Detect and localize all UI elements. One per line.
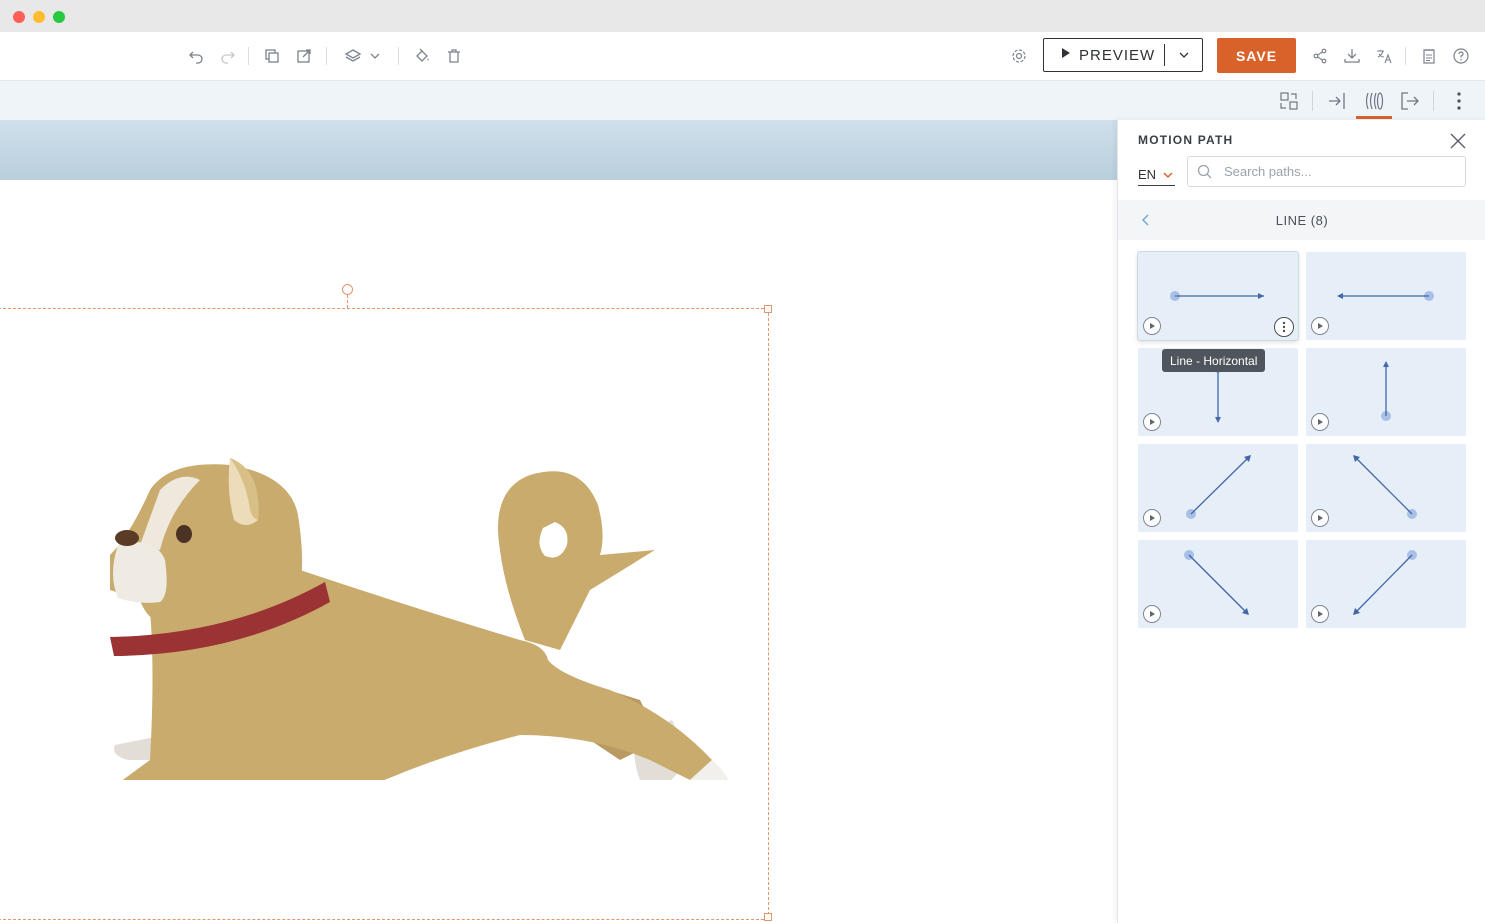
translate-icon[interactable] <box>1372 44 1396 68</box>
chevron-down-icon <box>1163 171 1173 178</box>
exit-icon[interactable] <box>1398 89 1422 113</box>
preview-label: PREVIEW <box>1079 46 1156 64</box>
resize-handle-bottom-right[interactable] <box>764 913 772 921</box>
path-tile-line-diagonal-up-right[interactable] <box>1138 444 1298 532</box>
play-preview-icon[interactable] <box>1311 413 1329 431</box>
path-tile-line-vertical-up[interactable] <box>1306 348 1466 436</box>
duplicate-icon[interactable] <box>292 44 316 68</box>
play-preview-icon[interactable] <box>1311 605 1329 623</box>
motion-path-icon[interactable] <box>1362 89 1386 113</box>
path-tile-line-diagonal-down-right[interactable] <box>1138 540 1298 628</box>
minimize-window-button[interactable] <box>33 11 45 23</box>
notes-icon[interactable] <box>1417 44 1441 68</box>
search-input[interactable] <box>1222 163 1456 180</box>
category-title: LINE (8) <box>1275 213 1329 228</box>
rotate-connector <box>347 295 348 308</box>
slide-canvas[interactable] <box>0 120 1117 923</box>
category-header: LINE (8) <box>1118 200 1485 240</box>
gear-icon[interactable] <box>1007 44 1031 68</box>
selection-box <box>0 305 772 921</box>
trash-icon[interactable] <box>442 44 466 68</box>
tooltip: Line - Horizontal <box>1162 349 1266 372</box>
play-preview-icon[interactable] <box>1143 605 1161 623</box>
background-band <box>0 120 1117 180</box>
preview-button[interactable]: PREVIEW <box>1043 38 1203 72</box>
path-tile-line-diagonal-down-left[interactable] <box>1306 540 1466 628</box>
play-preview-icon[interactable] <box>1311 317 1329 335</box>
panel-title: MOTION PATH <box>1138 133 1234 147</box>
play-icon <box>1061 46 1071 64</box>
rotate-handle[interactable] <box>342 284 353 295</box>
close-icon[interactable] <box>1449 132 1467 150</box>
language-value: EN <box>1138 167 1157 182</box>
layers-icon[interactable] <box>341 44 365 68</box>
more-vertical-icon[interactable] <box>1447 89 1471 113</box>
play-preview-icon[interactable] <box>1143 413 1161 431</box>
play-preview-icon[interactable] <box>1311 509 1329 527</box>
replace-icon[interactable] <box>1277 89 1301 113</box>
preview-options-button[interactable] <box>1165 39 1202 71</box>
resize-handle-top-right[interactable] <box>764 305 772 313</box>
path-tile-line-diagonal-up-left[interactable] <box>1306 444 1466 532</box>
more-options-icon[interactable] <box>1274 317 1294 337</box>
back-chevron-icon[interactable] <box>1138 212 1154 228</box>
share-icon[interactable] <box>1308 44 1332 68</box>
download-icon[interactable] <box>1340 44 1364 68</box>
animation-toolbar <box>0 81 1485 120</box>
save-button[interactable]: SAVE <box>1217 38 1296 73</box>
play-preview-icon[interactable] <box>1143 509 1161 527</box>
undo-icon[interactable] <box>184 44 208 68</box>
active-tab-indicator <box>1356 116 1392 119</box>
search-icon <box>1197 164 1212 178</box>
language-select[interactable]: EN <box>1138 164 1175 186</box>
path-tile-line-horizontal-left[interactable] <box>1306 252 1466 340</box>
chevron-down-icon[interactable] <box>363 44 387 68</box>
play-preview-icon[interactable] <box>1143 317 1161 335</box>
close-window-button[interactable] <box>13 11 25 23</box>
window-titlebar <box>0 0 1485 32</box>
preview-main[interactable]: PREVIEW <box>1044 39 1164 71</box>
path-tile-line-horizontal-right[interactable] <box>1138 252 1298 340</box>
help-icon[interactable] <box>1449 44 1473 68</box>
paint-bucket-icon[interactable] <box>410 44 434 68</box>
chevron-down-icon <box>1179 52 1188 58</box>
main-toolbar: PREVIEW SAVE <box>0 32 1485 81</box>
motion-path-panel: MOTION PATH EN LINE (8) <box>1117 120 1485 923</box>
copy-icon[interactable] <box>260 44 284 68</box>
search-field[interactable] <box>1187 156 1466 187</box>
entrance-icon[interactable] <box>1325 89 1349 113</box>
maximize-window-button[interactable] <box>53 11 65 23</box>
redo-icon[interactable] <box>216 44 240 68</box>
